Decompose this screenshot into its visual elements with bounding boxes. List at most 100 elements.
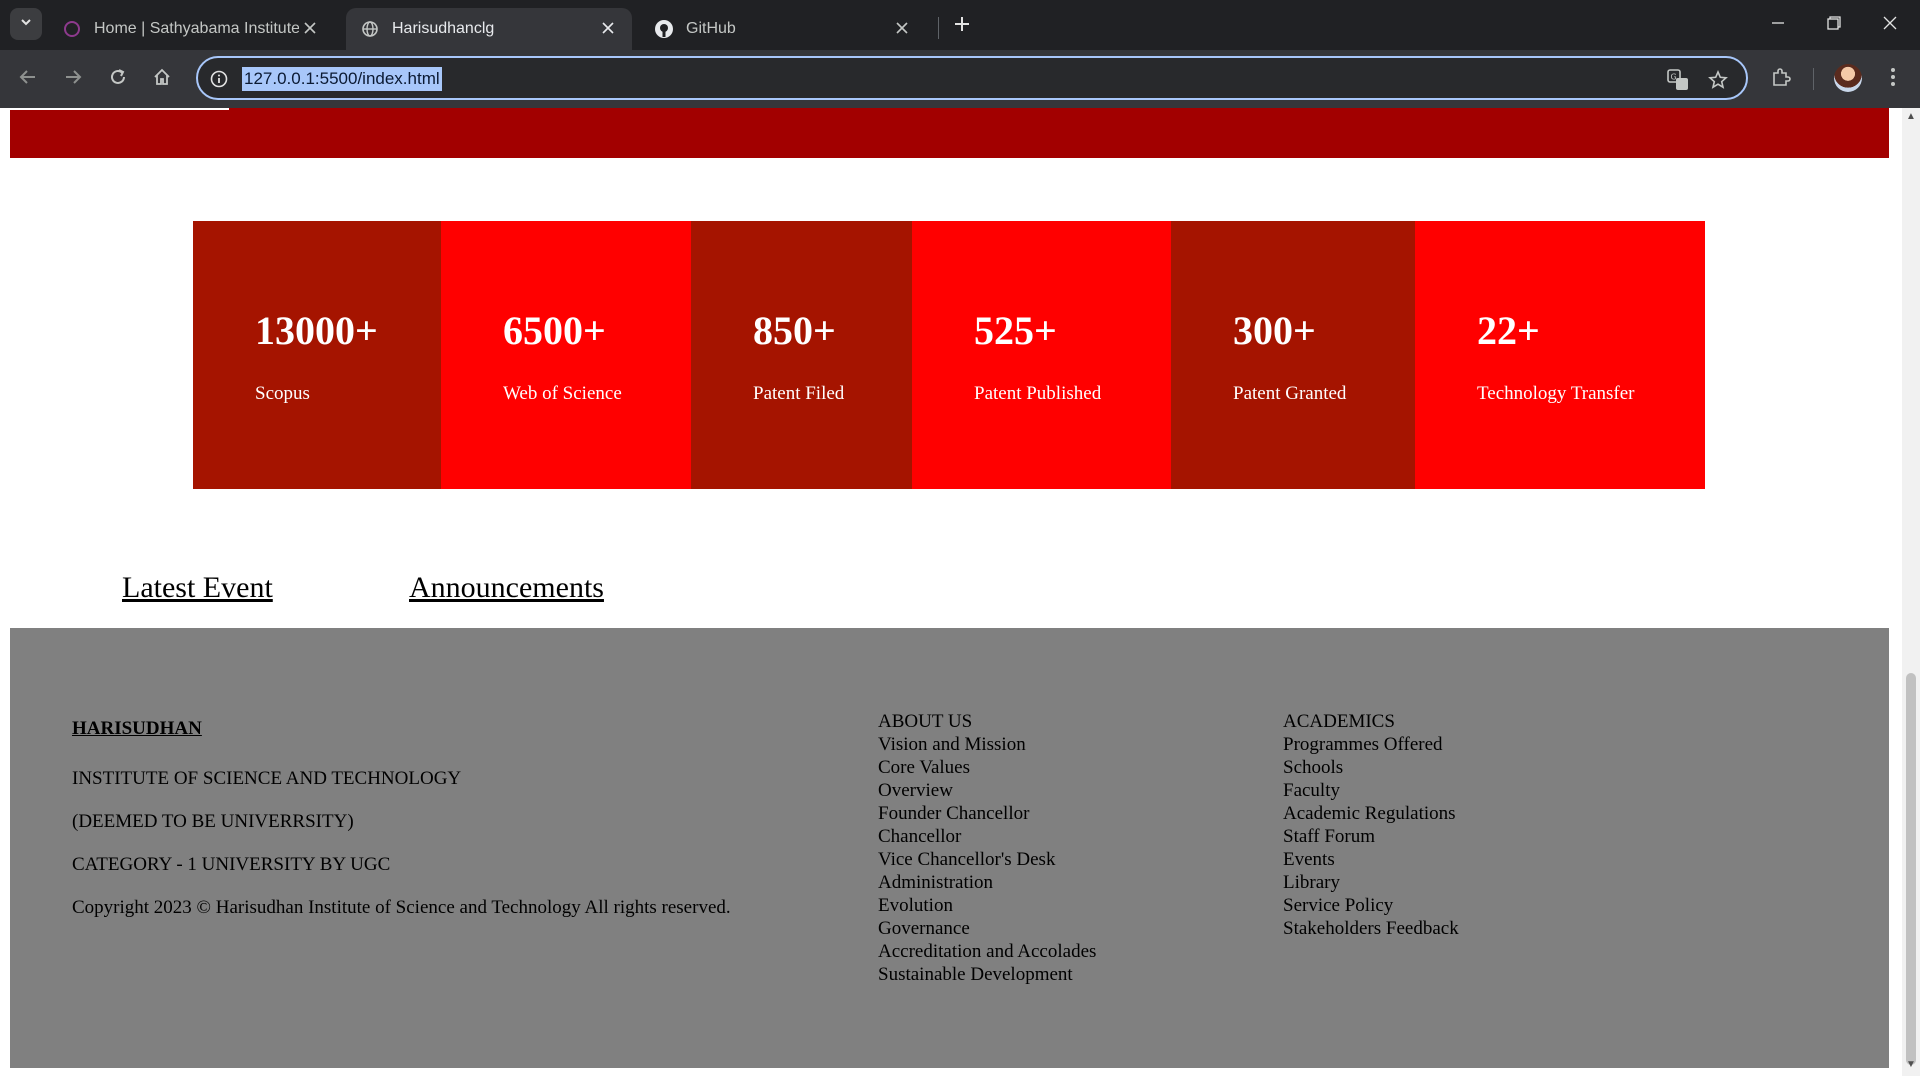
minimize-button[interactable] — [1750, 0, 1806, 50]
footer-link[interactable]: Accreditation and Accolades — [878, 940, 1096, 963]
footer-link[interactable]: Overview — [878, 779, 1096, 802]
stat-value: 300+ — [1233, 308, 1316, 353]
footer-copyright: Copyright 2023 © Harisudhan Institute of… — [72, 897, 731, 918]
site-favicon-icon — [62, 19, 82, 39]
stat-card: 525+ Patent Published — [912, 221, 1171, 489]
footer-academics-heading[interactable]: ACADEMICS — [1283, 710, 1459, 733]
scroll-up-icon[interactable]: ▲ — [1906, 112, 1916, 122]
close-icon — [1883, 16, 1897, 35]
nav-underline — [10, 108, 229, 110]
info-icon[interactable] — [208, 68, 230, 90]
home-button[interactable] — [147, 64, 177, 94]
restore-icon — [1827, 15, 1841, 35]
plus-icon — [954, 16, 970, 37]
scrollbar-thumb[interactable] — [1906, 673, 1916, 1065]
stat-label: Patent Published — [974, 383, 1102, 404]
footer-about-heading[interactable]: ABOUT US — [878, 710, 1096, 733]
footer-link[interactable]: Core Values — [878, 756, 1096, 779]
address-bar[interactable]: 127.0.0.1:5500/index.html G — [196, 56, 1748, 100]
footer-link[interactable]: Evolution — [878, 894, 1096, 917]
footer-link[interactable]: Library — [1283, 871, 1459, 894]
minimize-icon — [1771, 16, 1785, 35]
stats-section: 13000+ Scopus 6500+ Web of Science 850+ … — [193, 221, 1705, 489]
stat-value: 13000+ — [255, 308, 378, 353]
stat-value: 22+ — [1477, 308, 1540, 353]
tab-title: Home | Sathyabama Institute of — [94, 20, 299, 37]
footer-link[interactable]: Vision and Mission — [878, 733, 1096, 756]
stat-card: 6500+ Web of Science — [441, 221, 691, 489]
stat-value: 850+ — [753, 308, 836, 353]
footer-institute-line: INSTITUTE OF SCIENCE AND TECHNOLOGY — [72, 768, 462, 789]
close-icon[interactable] — [892, 18, 912, 38]
footer-link[interactable]: Vice Chancellor's Desk — [878, 848, 1096, 871]
extensions-button[interactable] — [1766, 64, 1796, 94]
latest-event-link[interactable]: Latest Event — [122, 571, 273, 605]
svg-text:G: G — [1671, 73, 1677, 82]
menu-button[interactable] — [1878, 64, 1908, 94]
tab-sathyabama[interactable]: Home | Sathyabama Institute of — [48, 8, 334, 50]
footer-link[interactable]: Chancellor — [878, 825, 1096, 848]
chevron-down-icon — [19, 15, 33, 34]
footer: HARISUDHAN INSTITUTE OF SCIENCE AND TECH… — [10, 628, 1889, 1068]
stat-card: 850+ Patent Filed — [691, 221, 912, 489]
footer-academics-column: ACADEMICS Programmes Offered Schools Fac… — [1283, 710, 1459, 940]
footer-brand[interactable]: HARISUDHAN — [72, 718, 202, 740]
stat-label: Patent Granted — [1233, 383, 1347, 404]
restore-button[interactable] — [1806, 0, 1862, 50]
footer-link[interactable]: Stakeholders Feedback — [1283, 917, 1459, 940]
tab-title: GitHub — [686, 20, 736, 37]
avatar[interactable] — [1834, 64, 1862, 92]
browser-toolbar: 127.0.0.1:5500/index.html G — [0, 50, 1920, 108]
footer-link[interactable]: Founder Chancellor — [878, 802, 1096, 825]
translate-icon[interactable]: G — [1666, 68, 1690, 92]
footer-link[interactable]: Service Policy — [1283, 894, 1459, 917]
more-vertical-icon — [1890, 67, 1896, 92]
arrow-right-icon — [64, 68, 82, 91]
stat-label: Scopus — [255, 383, 310, 404]
star-icon[interactable] — [1706, 68, 1730, 92]
footer-link[interactable]: Governance — [878, 917, 1096, 940]
github-icon — [654, 19, 674, 39]
footer-link[interactable]: Academic Regulations — [1283, 802, 1459, 825]
tab-harisudhanclg[interactable]: Harisudhanclg — [346, 8, 632, 50]
stat-card: 22+ Technology Transfer — [1415, 221, 1705, 489]
globe-icon — [360, 19, 380, 39]
tab-title: Harisudhanclg — [392, 20, 495, 37]
footer-link[interactable]: Schools — [1283, 756, 1459, 779]
stat-card: 13000+ Scopus — [193, 221, 441, 489]
home-icon — [153, 68, 171, 91]
new-tab-button[interactable] — [948, 12, 976, 40]
stat-value: 6500+ — [503, 308, 606, 353]
tab-strip: Home | Sathyabama Institute of Harisudha… — [0, 0, 1920, 50]
puzzle-icon — [1771, 67, 1791, 92]
reload-button[interactable] — [103, 64, 133, 94]
close-icon[interactable] — [598, 18, 618, 38]
page-scrollbar[interactable]: ▲ ▼ — [1902, 108, 1920, 1076]
footer-link[interactable]: Administration — [878, 871, 1096, 894]
reload-icon — [109, 68, 127, 91]
hero-banner — [10, 108, 1889, 158]
scroll-down-icon[interactable]: ▼ — [1906, 1060, 1916, 1070]
footer-link[interactable]: Programmes Offered — [1283, 733, 1459, 756]
footer-link[interactable]: Faculty — [1283, 779, 1459, 802]
stat-card: 300+ Patent Granted — [1171, 221, 1415, 489]
tab-github[interactable]: GitHub — [640, 8, 926, 50]
tab-search-button[interactable] — [10, 8, 42, 40]
stat-label: Web of Science — [503, 383, 622, 404]
footer-link[interactable]: Events — [1283, 848, 1459, 871]
window-close-button[interactable] — [1862, 0, 1918, 50]
footer-about-column: ABOUT US Vision and Mission Core Values … — [878, 710, 1096, 986]
arrow-left-icon — [19, 68, 37, 91]
stat-value: 525+ — [974, 308, 1057, 353]
url-text[interactable]: 127.0.0.1:5500/index.html — [242, 67, 442, 91]
back-button[interactable] — [13, 64, 43, 94]
close-icon[interactable] — [300, 18, 320, 38]
footer-link[interactable]: Staff Forum — [1283, 825, 1459, 848]
footer-deemed-line: (DEEMED TO BE UNIVERRSITY) — [72, 811, 354, 832]
forward-button[interactable] — [58, 64, 88, 94]
footer-category-line: CATEGORY - 1 UNIVERSITY BY UGC — [72, 854, 391, 875]
stat-label: Patent Filed — [753, 383, 845, 404]
stat-label: Technology Transfer — [1477, 383, 1635, 404]
footer-link[interactable]: Sustainable Development — [878, 963, 1096, 986]
announcements-link[interactable]: Announcements — [409, 571, 604, 605]
